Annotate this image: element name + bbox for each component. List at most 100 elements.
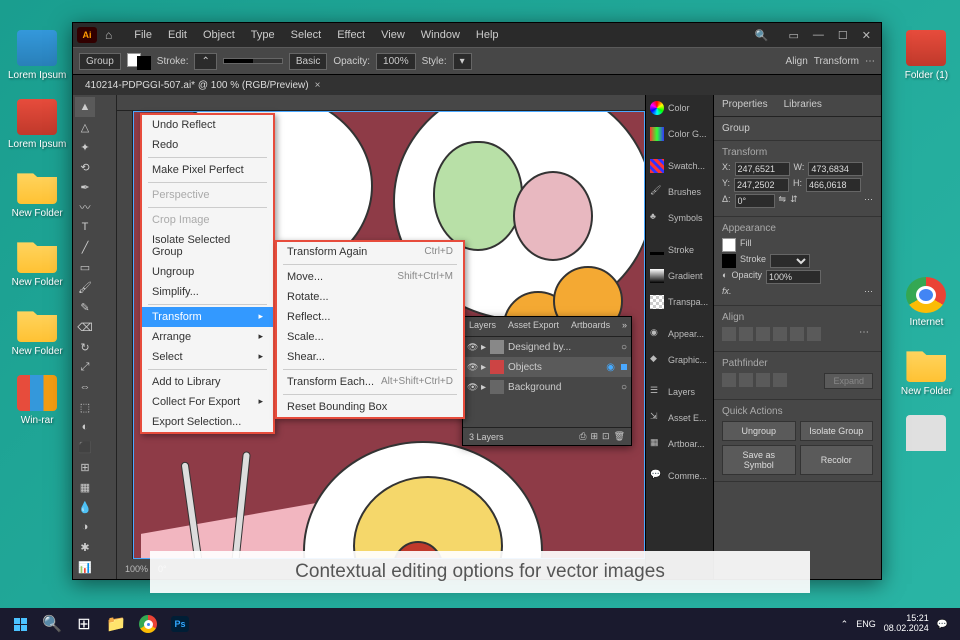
target-icon[interactable]: ○ (621, 382, 627, 393)
menu-effect[interactable]: Effect (329, 25, 373, 45)
width-tool[interactable]: ⇔ (75, 377, 95, 397)
panel-gradient[interactable]: Gradient (646, 263, 713, 289)
rectangle-tool[interactable]: ▭ (75, 257, 95, 277)
transform-menu[interactable]: Transform (814, 56, 859, 67)
panel-stroke[interactable]: Stroke (646, 237, 713, 263)
desktop-shortcut[interactable]: Lorem Ipsum (8, 99, 66, 150)
desktop-shortcut[interactable]: Folder (1) (901, 30, 952, 81)
menu-help[interactable]: Help (468, 25, 507, 45)
panel-graphic-styles[interactable]: ◆Graphic... (646, 347, 713, 373)
line-tool[interactable]: ╱ (75, 237, 95, 257)
h-input[interactable] (806, 178, 861, 192)
ungroup-button[interactable]: Ungroup (722, 421, 796, 441)
flip-v-icon[interactable]: ⇵ (790, 194, 798, 208)
arrange-icon[interactable]: ▭ (783, 29, 805, 42)
tab-layers[interactable]: Layers (463, 317, 502, 336)
context-menu-item[interactable]: Select▸ (142, 347, 273, 367)
stroke-weight-select[interactable] (770, 254, 810, 268)
isolate-button[interactable]: Isolate Group (800, 421, 874, 441)
align-top-icon[interactable] (773, 327, 787, 341)
artboard-tool[interactable]: ▢ (75, 577, 95, 579)
context-menu-item[interactable]: Ungroup (142, 262, 273, 282)
expand-icon[interactable]: ▸ (481, 342, 486, 353)
paintbrush-tool[interactable]: 🖌 (75, 277, 95, 297)
minus-front-icon[interactable] (739, 373, 753, 387)
tab-close-icon[interactable]: × (315, 80, 321, 91)
desktop-shortcut[interactable]: New Folder (901, 346, 952, 397)
gradient-tool[interactable]: ▦ (75, 477, 95, 497)
unite-icon[interactable] (722, 373, 736, 387)
menu-file[interactable]: File (126, 25, 160, 45)
align-more-icon[interactable]: ⋯ (859, 327, 873, 341)
exclude-icon[interactable] (773, 373, 787, 387)
photoshop-button[interactable]: Ps (164, 610, 196, 638)
visibility-icon[interactable]: 👁 (467, 362, 477, 373)
expand-icon[interactable]: ▸ (481, 382, 486, 393)
blend-tool[interactable]: ◑ (75, 517, 95, 537)
context-menu-item[interactable]: Arrange▸ (142, 327, 273, 347)
lasso-tool[interactable]: ⟲ (75, 157, 95, 177)
fx-label[interactable]: fx. (722, 286, 732, 297)
context-menu-item[interactable]: Move...Shift+Ctrl+M (277, 267, 463, 287)
menu-type[interactable]: Type (243, 25, 283, 45)
tray-chevron-icon[interactable]: ⌃ (841, 619, 849, 630)
more-options-icon[interactable]: ⋯ (864, 194, 873, 208)
start-button[interactable] (4, 610, 36, 638)
desktop-shortcut[interactable] (901, 415, 952, 455)
selection-type[interactable]: Group (79, 53, 121, 70)
shaper-tool[interactable]: ✎ (75, 297, 95, 317)
clock[interactable]: 15:21 08.02.2024 (884, 614, 929, 634)
context-menu-item[interactable]: Transform AgainCtrl+D (277, 242, 463, 262)
rotation-input[interactable] (735, 194, 775, 208)
align-bottom-icon[interactable] (807, 327, 821, 341)
eyedropper-tool[interactable]: 💧 (75, 497, 95, 517)
tab-artboards[interactable]: Artboards (565, 317, 616, 336)
delete-layer-icon[interactable]: 🗑 (614, 431, 625, 442)
panel-artboards[interactable]: ▦Artboar... (646, 431, 713, 457)
save-symbol-button[interactable]: Save as Symbol (722, 445, 796, 475)
panel-color[interactable]: Color (646, 95, 713, 121)
pen-tool[interactable]: ✒ (75, 177, 95, 197)
expand-icon[interactable]: ▸ (481, 362, 486, 373)
direct-selection-tool[interactable]: △ (75, 117, 95, 137)
context-menu-item[interactable]: Shear... (277, 347, 463, 367)
explorer-button[interactable]: 📁 (100, 610, 132, 638)
visibility-icon[interactable]: 👁 (467, 342, 477, 353)
scale-tool[interactable]: ⤢ (75, 357, 95, 377)
opacity-input[interactable] (766, 270, 821, 284)
panel-asset-export[interactable]: ⇲Asset E... (646, 405, 713, 431)
context-menu-item[interactable]: Export Selection... (142, 412, 273, 432)
search-button[interactable]: 🔍 (36, 610, 68, 638)
notifications-icon[interactable]: 💬 (937, 619, 948, 630)
context-menu-item[interactable]: Redo (142, 135, 273, 155)
style-select[interactable]: ▾ (453, 53, 472, 70)
context-menu-item[interactable]: Add to Library (142, 372, 273, 392)
panel-comments[interactable]: 💬Comme... (646, 463, 713, 489)
desktop-shortcut[interactable]: Internet (901, 277, 952, 328)
perspective-tool[interactable]: ⬛ (75, 437, 95, 457)
align-menu[interactable]: Align (786, 56, 808, 67)
x-input[interactable] (735, 162, 790, 176)
menu-window[interactable]: Window (413, 25, 468, 45)
layer-row[interactable]: 👁▸Designed by...○ (463, 337, 631, 357)
close-icon[interactable]: ✕ (856, 29, 877, 42)
context-menu-item[interactable]: Collect For Export▸ (142, 392, 273, 412)
maximize-icon[interactable]: ☐ (832, 29, 854, 42)
panel-collapse-icon[interactable]: » (618, 317, 631, 336)
panel-symbols[interactable]: ♣Symbols (646, 205, 713, 231)
desktop-shortcut[interactable]: New Folder (8, 306, 66, 357)
shape-builder-tool[interactable]: ◐ (75, 417, 95, 437)
recolor-button[interactable]: Recolor (800, 445, 874, 475)
desktop-shortcut[interactable]: New Folder (8, 237, 66, 288)
context-menu-item[interactable]: Simplify... (142, 282, 273, 302)
expand-button[interactable]: Expand (824, 373, 873, 389)
align-left-icon[interactable] (722, 327, 736, 341)
stroke-weight[interactable]: ⌃ (194, 53, 216, 70)
context-menu-item[interactable]: Undo Reflect (142, 115, 273, 135)
fill-stroke-swatch[interactable] (127, 53, 151, 70)
chrome-button[interactable] (132, 610, 164, 638)
curvature-tool[interactable]: 〰 (75, 197, 95, 217)
tab-properties[interactable]: Properties (714, 95, 776, 116)
more-icon[interactable]: ⋯ (864, 286, 873, 297)
menu-view[interactable]: View (373, 25, 413, 45)
